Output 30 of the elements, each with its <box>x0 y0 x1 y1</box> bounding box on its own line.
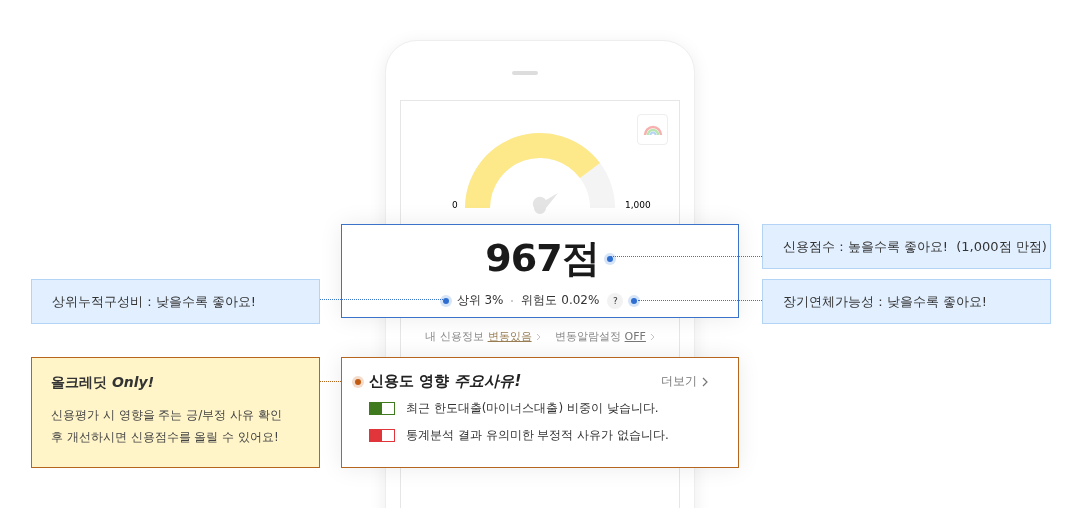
status-toggle-icon <box>369 429 395 442</box>
info-link[interactable]: 변동알람설정 OFF <box>554 329 655 344</box>
reason-text: 통계분석 결과 유의미한 부정적 사유가 없습니다. <box>406 427 669 444</box>
marker-dot <box>606 255 613 262</box>
help-button[interactable]: ? <box>607 292 624 309</box>
rainbow-gauge-icon <box>642 123 663 136</box>
risk-text: 위험도 0.02% <box>521 292 600 309</box>
needle-icon <box>532 193 558 214</box>
info-link[interactable]: 내 신용정보 변동있음 <box>425 329 541 344</box>
promo-description: 신용평가 시 영향을 주는 긍/부정 사유 확인 후 개선하시면 신용점수를 올릴 수 있어요! <box>51 407 283 446</box>
chevron-right-icon <box>649 332 655 341</box>
callout-text: 상위누적구성비 : 낮을수록 좋아요! <box>52 292 256 311</box>
reason-text: 최근 한도대출(마이너스대출) 비중이 낮습니다. <box>406 400 659 417</box>
chart-toggle-button[interactable] <box>637 114 668 145</box>
chevron-right-icon <box>535 332 541 341</box>
gauge-min-label: 0 <box>452 200 458 210</box>
credit-score: 967점 <box>485 235 599 282</box>
marker-dot <box>631 297 638 304</box>
chevron-right-icon <box>702 376 708 387</box>
more-link[interactable]: 더보기 <box>661 373 708 390</box>
promo-title: 올크레딧 Only! <box>51 374 156 392</box>
callout-text: 장기연체가능성 : 낮을수록 좋아요! <box>783 292 987 311</box>
rank-text: 상위 3% <box>456 292 504 309</box>
marker-dot <box>442 297 449 304</box>
phone-speaker <box>512 71 538 75</box>
callout-text: 신용점수 : 높을수록 좋아요! (1,000점 만점) <box>783 237 1047 256</box>
status-toggle-icon <box>369 402 395 415</box>
gauge-max-label: 1,000 <box>625 200 651 210</box>
marker-dot <box>355 378 361 385</box>
reasons-title: 신용도 영향 주요사유! <box>369 372 522 391</box>
